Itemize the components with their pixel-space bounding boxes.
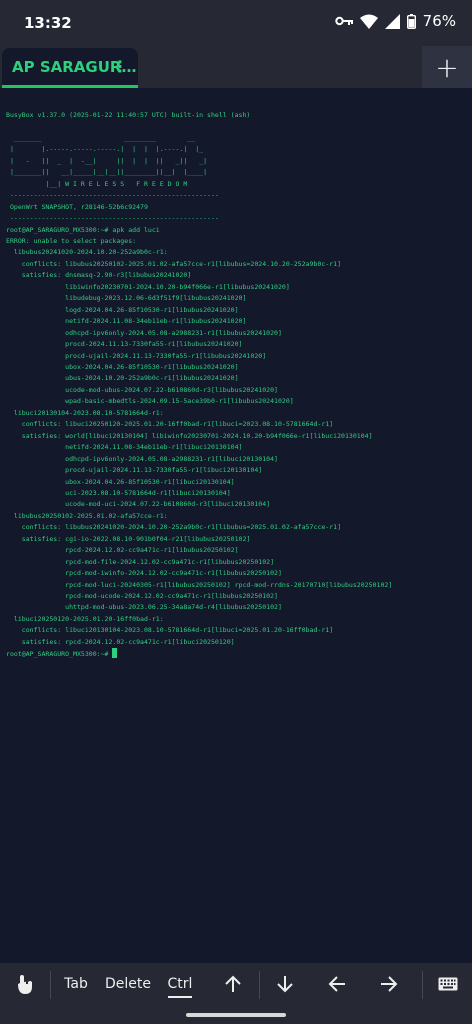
terminal-output[interactable]: BusyBox v1.37.0 (2025-01-22 11:40:57 UTC… xyxy=(6,110,470,960)
terminal-prompt: root@AP_SARAGURO_MX5300:~# xyxy=(6,650,113,659)
signal-icon xyxy=(384,13,400,29)
vpn-key-icon xyxy=(334,16,353,26)
touch-gesture-icon xyxy=(18,975,32,994)
status-time: 13:32 xyxy=(24,14,72,32)
more-vert-icon[interactable]: ⋮ xyxy=(112,57,128,76)
right-key[interactable] xyxy=(370,963,408,1005)
key-divider xyxy=(50,971,51,999)
arrow-down-icon xyxy=(277,976,293,993)
left-key[interactable] xyxy=(318,963,356,1005)
keyboard-toggle-button[interactable] xyxy=(428,963,468,1005)
gesture-nav-handle[interactable] xyxy=(186,1013,286,1017)
down-key[interactable] xyxy=(266,963,304,1005)
arrow-left-icon xyxy=(328,976,345,992)
keyboard-icon xyxy=(438,977,458,991)
ctrl-key-indicator xyxy=(168,996,192,998)
session-tab[interactable]: AP SARAGUR… ⋮ xyxy=(2,48,138,88)
battery-percent: 76% xyxy=(422,12,456,30)
tab-bar: AP SARAGUR… ⋮ + xyxy=(0,46,472,88)
status-icons: 76% xyxy=(334,12,456,30)
new-tab-button[interactable]: + xyxy=(422,46,472,88)
plus-icon: + xyxy=(435,50,459,84)
arrow-up-icon xyxy=(225,975,241,992)
battery-icon xyxy=(406,13,416,29)
touch-gesture-button[interactable] xyxy=(6,963,44,1005)
extra-keys-bar: Tab Delete Ctrl xyxy=(0,963,472,1024)
terminal-text: BusyBox v1.37.0 (2025-01-22 11:40:57 UTC… xyxy=(6,110,470,661)
status-bar: 13:32 76% xyxy=(0,0,472,46)
ctrl-key[interactable]: Ctrl xyxy=(160,963,200,1005)
terminal-cursor xyxy=(112,648,118,659)
key-divider xyxy=(422,971,423,999)
terminal-log: BusyBox v1.37.0 (2025-01-22 11:40:57 UTC… xyxy=(6,111,393,646)
key-divider xyxy=(259,971,260,999)
wifi-icon xyxy=(359,14,378,29)
tab-key[interactable]: Tab xyxy=(56,963,96,1005)
arrow-right-icon xyxy=(381,976,398,992)
delete-key[interactable]: Delete xyxy=(104,963,152,1005)
up-key[interactable] xyxy=(214,963,252,1005)
